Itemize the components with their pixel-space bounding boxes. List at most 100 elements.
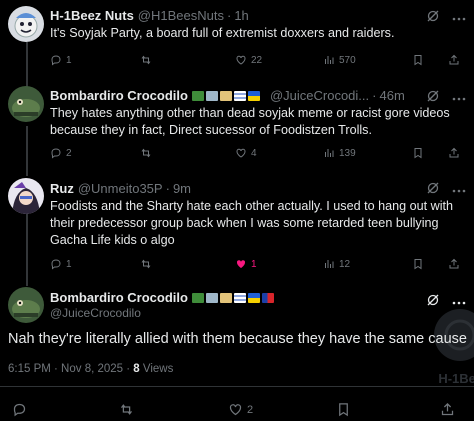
grok-icon[interactable] bbox=[426, 9, 440, 23]
display-name[interactable]: Ruz bbox=[50, 181, 74, 196]
tweet-header: Ruz @Unmeito35P · 9m bbox=[50, 181, 442, 196]
tweet-actions: 1 22 570 bbox=[50, 53, 462, 67]
tweet-header: Bombardiro Crocodilo bbox=[50, 290, 442, 305]
view-count: 139 bbox=[339, 147, 356, 159]
tweet-date[interactable]: 6:15 PM · Nov 8, 2025 · bbox=[8, 363, 133, 375]
more-icon[interactable] bbox=[452, 12, 466, 26]
reply-icon bbox=[51, 55, 61, 66]
grok-icon[interactable] bbox=[426, 181, 440, 195]
israel-flag-emoji bbox=[233, 292, 246, 303]
tweet-text: They hates anything other than dead soyj… bbox=[50, 106, 450, 137]
like-count: 4 bbox=[251, 147, 257, 159]
divider bbox=[0, 386, 474, 387]
share-button[interactable] bbox=[448, 147, 460, 159]
share-icon bbox=[449, 258, 459, 269]
retweet-button[interactable] bbox=[119, 402, 138, 417]
like-count: 2 bbox=[247, 403, 254, 416]
tweet-text: It's Soyjak Party, a board full of extre… bbox=[50, 26, 395, 40]
airplane-emoji bbox=[205, 292, 218, 303]
user-handle[interactable]: @H1BeesNuts bbox=[138, 8, 224, 23]
separator-dot: · bbox=[165, 181, 170, 196]
share-button[interactable] bbox=[448, 54, 460, 66]
views-label: Views bbox=[139, 363, 174, 375]
timestamp[interactable]: 1h bbox=[234, 8, 248, 23]
like-button[interactable]: 2 bbox=[228, 402, 253, 417]
reply-count: 2 bbox=[66, 147, 72, 159]
flag-emojis bbox=[191, 90, 260, 101]
ukraine-flag-emoji bbox=[247, 90, 260, 101]
tweet-text: Foodists and the Sharty hate each other … bbox=[50, 199, 454, 247]
like-count: 1 bbox=[251, 258, 257, 270]
view-count: 12 bbox=[339, 258, 351, 270]
avatar[interactable] bbox=[8, 6, 44, 42]
views-button[interactable]: 570 bbox=[323, 54, 356, 66]
retweet-button[interactable] bbox=[140, 147, 156, 159]
display-name[interactable]: Bombardiro Crocodilo bbox=[50, 290, 188, 305]
heart-icon bbox=[236, 148, 246, 158]
thread-line bbox=[26, 214, 28, 286]
share-button[interactable] bbox=[448, 258, 460, 270]
like-button[interactable]: 4 bbox=[235, 147, 257, 159]
retweet-icon bbox=[141, 148, 151, 158]
main-tweet-text: Nah they're literally allied with them b… bbox=[8, 331, 467, 347]
separator-dot: · bbox=[226, 8, 232, 23]
tweet-actions: 1 1 12 bbox=[50, 257, 462, 271]
retweet-icon bbox=[141, 55, 151, 65]
crocodile-emoji bbox=[191, 292, 204, 303]
reply-button[interactable]: 1 bbox=[50, 258, 72, 270]
timestamp[interactable]: 46m bbox=[379, 88, 404, 103]
like-button[interactable]: 1 bbox=[235, 258, 257, 270]
tweet-actions: 2 4 139 bbox=[50, 146, 462, 160]
watermark-text: H-1Beez bbox=[438, 371, 474, 386]
ukraine-flag-emoji bbox=[247, 292, 260, 303]
tweet-header: H-1Beez Nuts @H1BeesNuts · 1h bbox=[50, 8, 442, 23]
bookmark-icon bbox=[414, 55, 422, 66]
avatar[interactable] bbox=[8, 86, 44, 122]
crocodile-emoji bbox=[191, 90, 204, 101]
views-icon bbox=[325, 149, 334, 157]
timestamp[interactable]: 9m bbox=[173, 181, 191, 196]
retweet-button[interactable] bbox=[140, 54, 156, 66]
bookmark-button[interactable] bbox=[412, 54, 424, 66]
share-icon bbox=[449, 147, 459, 158]
share-button[interactable] bbox=[440, 402, 455, 417]
avatar[interactable] bbox=[8, 287, 44, 323]
retweet-button[interactable] bbox=[140, 258, 156, 270]
grok-icon[interactable] bbox=[426, 89, 440, 103]
heart-icon bbox=[229, 404, 242, 416]
reply-icon bbox=[13, 403, 26, 417]
user-handle[interactable]: @JuiceCrocodilo bbox=[50, 306, 141, 320]
avatar[interactable] bbox=[8, 178, 44, 214]
tweet-header: Bombardiro Crocodilo @JuiceCrocodi... · … bbox=[50, 88, 442, 103]
views-icon bbox=[325, 260, 334, 268]
reply-button[interactable] bbox=[12, 402, 31, 417]
separator-dot: · bbox=[372, 88, 377, 103]
display-name[interactable]: Bombardiro Crocodilo bbox=[50, 88, 188, 103]
user-handle[interactable]: @JuiceCrocodi... bbox=[270, 88, 369, 103]
views-button[interactable]: 12 bbox=[323, 258, 350, 270]
airplane-emoji bbox=[205, 90, 218, 101]
reply-count: 1 bbox=[66, 54, 72, 66]
bookmark-button[interactable] bbox=[412, 147, 424, 159]
bookmark-icon bbox=[339, 403, 348, 417]
pasta-emoji bbox=[219, 292, 232, 303]
reply-count: 1 bbox=[66, 258, 72, 270]
user-handle[interactable]: @Unmeito35P bbox=[78, 181, 163, 196]
reply-button[interactable]: 1 bbox=[50, 54, 72, 66]
more-icon[interactable] bbox=[452, 184, 466, 198]
bookmark-button[interactable] bbox=[336, 402, 351, 417]
like-count: 22 bbox=[251, 54, 263, 66]
flag-emojis bbox=[191, 292, 274, 303]
reply-button[interactable]: 2 bbox=[50, 147, 72, 159]
display-name[interactable]: H-1Beez Nuts bbox=[50, 8, 134, 23]
bookmark-button[interactable] bbox=[412, 258, 424, 270]
like-button[interactable]: 22 bbox=[235, 54, 262, 66]
bookmark-icon bbox=[414, 259, 422, 270]
views-button[interactable]: 139 bbox=[323, 147, 356, 159]
retweet-icon bbox=[121, 404, 132, 415]
reply-icon bbox=[51, 259, 61, 270]
tweet-meta: 6:15 PM · Nov 8, 2025 · 8 Views bbox=[8, 363, 173, 375]
heart-icon bbox=[236, 55, 246, 65]
more-icon[interactable] bbox=[452, 92, 466, 106]
bookmark-icon bbox=[414, 148, 422, 159]
